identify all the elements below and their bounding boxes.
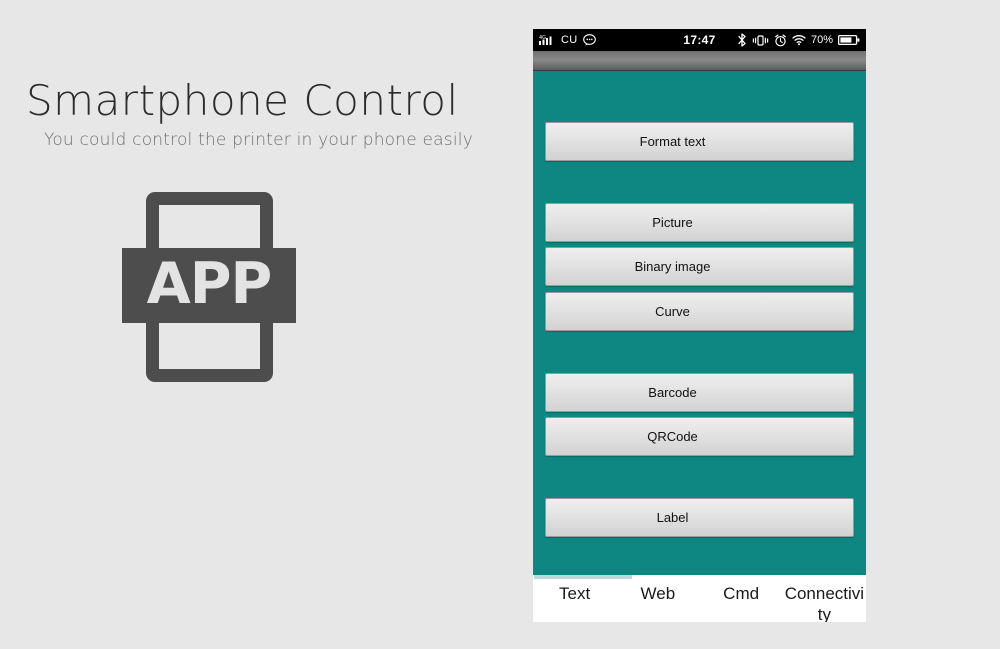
tab-cmd[interactable]: Cmd bbox=[700, 583, 783, 604]
app-action-bar bbox=[533, 51, 866, 71]
button-barcode[interactable]: Barcode bbox=[545, 373, 854, 412]
bottom-tab-bar: Text Web Cmd Connectivity bbox=[533, 575, 866, 622]
tab-list: Text Web Cmd Connectivity bbox=[533, 575, 866, 622]
page-title: Smartphone Control bbox=[26, 76, 459, 125]
app-band: APP bbox=[122, 248, 296, 323]
button-picture[interactable]: Picture bbox=[545, 203, 854, 242]
button-binary-image[interactable]: Binary image bbox=[545, 247, 854, 286]
app-illustration: APP bbox=[122, 190, 296, 384]
battery-icon bbox=[838, 34, 860, 46]
button-qrcode[interactable]: QRCode bbox=[545, 417, 854, 456]
app-content-area: Format text Picture Binary image Curve B… bbox=[533, 71, 866, 575]
battery-percent-label: 70% bbox=[810, 34, 833, 46]
tab-text[interactable]: Text bbox=[533, 583, 616, 604]
button-format-text[interactable]: Format text bbox=[545, 122, 854, 161]
status-bar-right: 70% bbox=[737, 29, 860, 51]
button-label[interactable]: Label bbox=[545, 498, 854, 537]
status-bar: 4G CU 17:47 70% bbox=[533, 29, 866, 51]
tab-connectivity[interactable]: Connectivity bbox=[783, 583, 866, 622]
tab-selected-indicator bbox=[534, 575, 632, 579]
page-subtitle: You could control the printer in your ph… bbox=[44, 130, 473, 150]
home-button-icon bbox=[204, 352, 215, 363]
wifi-icon bbox=[792, 34, 806, 46]
bluetooth-icon bbox=[737, 33, 747, 47]
vibrate-icon bbox=[752, 34, 769, 47]
left-promo-panel: Smartphone Control You could control the… bbox=[0, 0, 520, 649]
phone-mockup: 4G CU 17:47 70% Format text Picture Bina… bbox=[533, 29, 866, 622]
alarm-clock-icon bbox=[774, 34, 787, 47]
button-curve[interactable]: Curve bbox=[545, 292, 854, 331]
app-label: APP bbox=[146, 251, 273, 317]
tab-web[interactable]: Web bbox=[616, 583, 699, 604]
